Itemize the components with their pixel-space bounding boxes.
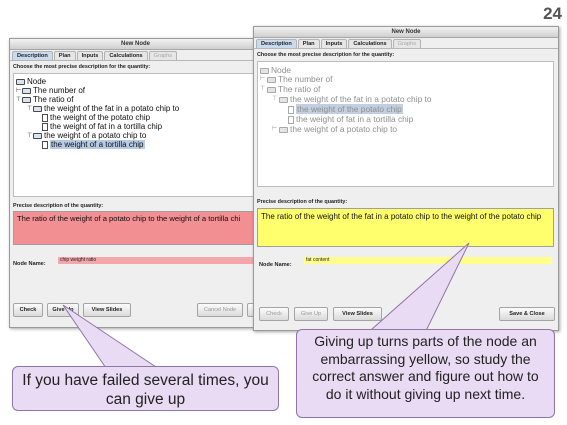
give-up-callout: If you have failed several times, you ca…	[12, 366, 279, 411]
yellow-explanation-callout: Giving up turns parts of the node an emb…	[296, 329, 555, 418]
